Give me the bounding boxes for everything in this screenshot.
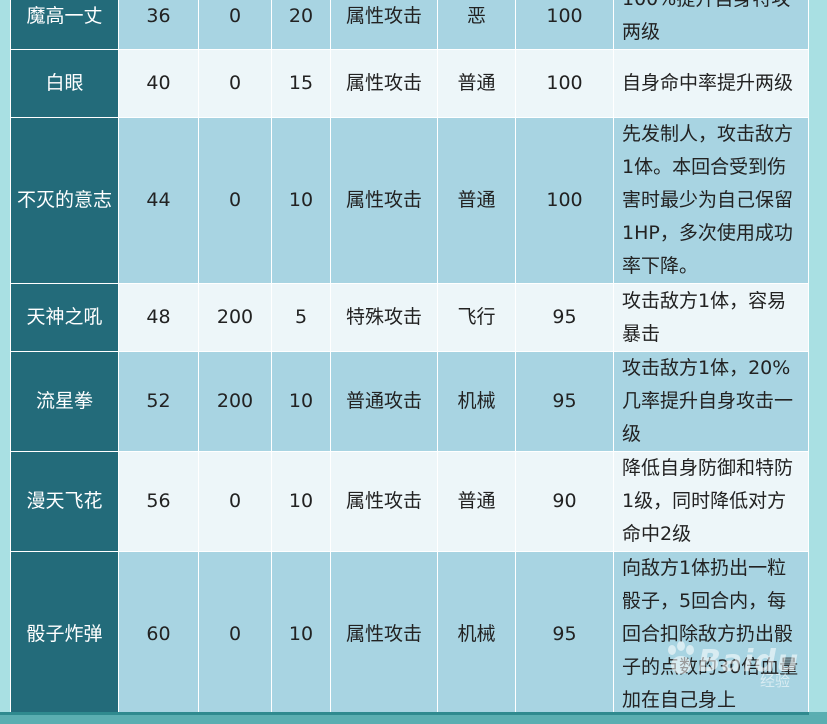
skill-pp: 10 — [271, 451, 331, 552]
skill-accuracy: 100 — [515, 117, 614, 284]
skill-level: 40 — [118, 49, 199, 118]
skill-type: 飞行 — [437, 283, 516, 352]
table-row: 白眼 40 0 15 属性攻击 普通 100 自身命中率提升两级 — [10, 49, 809, 118]
skill-effect: 100%提升自身特攻两级 — [613, 0, 809, 50]
skill-pp: 20 — [271, 0, 331, 50]
skill-effect: 向敌方1体扔出一粒骰子，5回合内，每回合扣除敌方扔出骰子的点数的30倍血量加在自… — [613, 551, 809, 718]
skill-category: 属性攻击 — [330, 451, 438, 552]
skill-power: 0 — [198, 49, 272, 118]
skill-accuracy: 100 — [515, 49, 614, 118]
skill-accuracy: 95 — [515, 283, 614, 352]
skill-type: 普通 — [437, 451, 516, 552]
skill-effect: 自身命中率提升两级 — [613, 49, 809, 118]
skill-accuracy: 95 — [515, 551, 614, 718]
table-row: 魔高一丈 36 0 20 属性攻击 恶 100 100%提升自身特攻两级 — [10, 0, 809, 50]
skill-name: 白眼 — [10, 49, 119, 118]
skill-pp: 15 — [271, 49, 331, 118]
skill-name: 流星拳 — [10, 351, 119, 452]
table-row: 天神之吼 48 200 5 特殊攻击 飞行 95 攻击敌方1体，容易暴击 — [10, 283, 809, 352]
skill-table-body: 魔高一丈 36 0 20 属性攻击 恶 100 100%提升自身特攻两级 白眼 … — [10, 0, 809, 718]
right-margin — [809, 0, 827, 724]
skill-category: 属性攻击 — [330, 551, 438, 718]
skill-effect: 降低自身防御和特防1级，同时降低对方命中2级 — [613, 451, 809, 552]
table-row: 漫天飞花 56 0 10 属性攻击 普通 90 降低自身防御和特防1级，同时降低… — [10, 451, 809, 552]
skill-level: 56 — [118, 451, 199, 552]
skill-effect: 先发制人，攻击敌方1体。本回合受到伤害时最少为自己保留1HP，多次使用成功率下降… — [613, 117, 809, 284]
skill-effect: 攻击敌方1体，20%几率提升自身攻击一级 — [613, 351, 809, 452]
skill-category: 特殊攻击 — [330, 283, 438, 352]
skill-category: 属性攻击 — [330, 49, 438, 118]
skill-level: 52 — [118, 351, 199, 452]
skill-power: 0 — [198, 0, 272, 50]
skill-level: 48 — [118, 283, 199, 352]
table-row: 流星拳 52 200 10 普通攻击 机械 95 攻击敌方1体，20%几率提升自… — [10, 351, 809, 452]
skill-level: 60 — [118, 551, 199, 718]
skill-table: 魔高一丈 36 0 20 属性攻击 恶 100 100%提升自身特攻两级 白眼 … — [10, 0, 809, 718]
table-row: 不灭的意志 44 0 10 属性攻击 普通 100 先发制人，攻击敌方1体。本回… — [10, 117, 809, 284]
skill-category: 普通攻击 — [330, 351, 438, 452]
skill-pp: 10 — [271, 551, 331, 718]
skill-power: 200 — [198, 283, 272, 352]
skill-category: 属性攻击 — [330, 117, 438, 284]
skill-type: 普通 — [437, 117, 516, 284]
skill-accuracy: 90 — [515, 451, 614, 552]
skill-accuracy: 100 — [515, 0, 614, 50]
skill-power: 0 — [198, 451, 272, 552]
skill-name: 魔高一丈 — [10, 0, 119, 50]
skill-name: 骰子炸弹 — [10, 551, 119, 718]
skill-pp: 5 — [271, 283, 331, 352]
skill-name: 天神之吼 — [10, 283, 119, 352]
skill-power: 200 — [198, 351, 272, 452]
skill-power: 0 — [198, 117, 272, 284]
skill-pp: 10 — [271, 117, 331, 284]
skill-name: 漫天飞花 — [10, 451, 119, 552]
skill-type: 恶 — [437, 0, 516, 50]
skill-effect: 攻击敌方1体，容易暴击 — [613, 283, 809, 352]
skill-category: 属性攻击 — [330, 0, 438, 50]
table-row: 骰子炸弹 60 0 10 属性攻击 机械 95 向敌方1体扔出一粒骰子，5回合内… — [10, 551, 809, 718]
skill-type: 机械 — [437, 351, 516, 452]
skill-level: 44 — [118, 117, 199, 284]
skill-type: 机械 — [437, 551, 516, 718]
skill-pp: 10 — [271, 351, 331, 452]
bottom-border — [0, 712, 827, 724]
skill-power: 0 — [198, 551, 272, 718]
skill-name: 不灭的意志 — [10, 117, 119, 284]
skill-accuracy: 95 — [515, 351, 614, 452]
screenshot-frame: 魔高一丈 36 0 20 属性攻击 恶 100 100%提升自身特攻两级 白眼 … — [0, 0, 827, 724]
skill-level: 36 — [118, 0, 199, 50]
skill-type: 普通 — [437, 49, 516, 118]
